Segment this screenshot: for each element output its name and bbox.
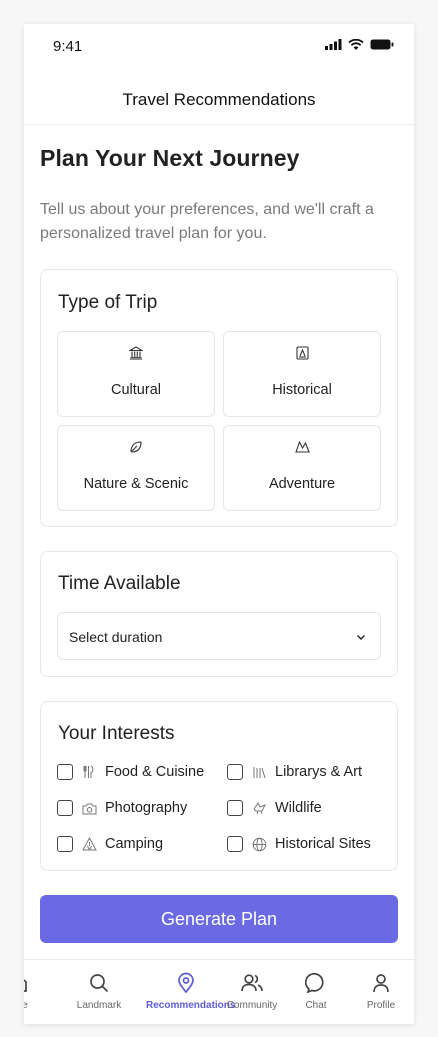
trip-type-card: Type of Trip Cultural Historical Nature …	[40, 269, 398, 527]
tab-community[interactable]: Community	[227, 960, 277, 1024]
checkbox[interactable]	[227, 800, 243, 816]
bird-icon	[251, 800, 267, 816]
tent-icon	[81, 836, 97, 852]
signal-icon	[325, 39, 342, 50]
trip-type-title: Type of Trip	[58, 292, 158, 313]
status-bar: 9:41	[24, 24, 414, 68]
interest-library-art[interactable]: Librarys & Art	[227, 762, 362, 782]
page-title: Plan Your Next Journey	[40, 145, 300, 171]
time-available-title: Time Available	[58, 573, 181, 594]
interest-label: Historical Sites	[275, 836, 371, 852]
tab-landmark[interactable]: Landmark	[77, 960, 121, 1024]
generate-plan-button[interactable]: Generate Plan	[40, 895, 398, 943]
tab-recommendations[interactable]: Recommendations	[146, 960, 235, 1024]
interests-card: Your Interests Food & Cuisine Librarys &…	[40, 701, 398, 871]
bottom-tab-bar: ome Landmark Recommendations	[24, 959, 414, 1024]
chat-bubble-icon	[296, 972, 336, 996]
camera-icon	[81, 800, 97, 816]
interest-historical-sites[interactable]: Historical Sites	[227, 834, 371, 854]
battery-icon	[370, 39, 394, 50]
trip-option-label: Cultural	[111, 382, 161, 398]
tab-label: ome	[24, 1000, 28, 1011]
tab-profile[interactable]: Profile	[361, 960, 401, 1024]
trip-option-nature[interactable]: Nature & Scenic	[57, 425, 215, 511]
tab-label: Landmark	[76, 1000, 122, 1011]
checkbox[interactable]	[57, 764, 73, 780]
trip-option-historical[interactable]: Historical	[223, 331, 381, 417]
interest-label: Wildlife	[275, 800, 322, 816]
page-header-title: Travel Recommendations	[122, 90, 316, 109]
interest-food[interactable]: Food & Cuisine	[57, 762, 204, 782]
trip-option-adventure[interactable]: Adventure	[223, 425, 381, 511]
tab-home[interactable]: ome	[24, 960, 38, 1024]
users-icon	[232, 972, 272, 996]
tab-label: Profile	[366, 1000, 396, 1011]
chevron-down-icon	[355, 630, 367, 648]
checkbox[interactable]	[57, 836, 73, 852]
utensils-icon	[81, 764, 97, 780]
checkbox[interactable]	[57, 800, 73, 816]
duration-select-value: Select duration	[69, 629, 163, 645]
phone-screen: 9:41 Travel Recommendations Plan Your Ne…	[24, 24, 414, 1024]
checkbox[interactable]	[227, 836, 243, 852]
interest-label: Camping	[105, 836, 164, 852]
home-icon	[24, 972, 38, 996]
user-icon	[361, 972, 401, 996]
duration-select[interactable]: Select duration	[57, 612, 381, 660]
page-header: Travel Recommendations	[24, 68, 414, 125]
globe-icon	[251, 836, 267, 852]
time-available-card: Time Available Select duration	[40, 551, 398, 677]
interest-label: Photography	[105, 800, 188, 816]
checkbox[interactable]	[227, 764, 243, 780]
interest-camping[interactable]: Camping	[57, 834, 163, 854]
museum-icon	[58, 346, 214, 364]
interests-title: Your Interests	[58, 723, 175, 744]
interest-label: Food & Cuisine	[105, 764, 205, 780]
location-pin-icon	[166, 972, 206, 996]
trip-option-cultural[interactable]: Cultural	[57, 331, 215, 417]
search-icon	[79, 972, 119, 996]
interest-label: Librarys & Art	[275, 764, 363, 780]
monument-icon	[224, 346, 380, 364]
page-subtitle: Tell us about your preferences, and we'l…	[40, 201, 374, 242]
status-icons	[325, 39, 394, 50]
library-icon	[251, 764, 267, 780]
trip-option-label: Historical	[272, 382, 332, 398]
interest-photography[interactable]: Photography	[57, 798, 187, 818]
leaf-icon	[58, 440, 214, 458]
wifi-icon	[348, 39, 364, 50]
tab-chat[interactable]: Chat	[296, 960, 336, 1024]
trip-option-label: Adventure	[268, 476, 336, 492]
interest-wildlife[interactable]: Wildlife	[227, 798, 322, 818]
mountain-icon	[224, 440, 380, 458]
status-time: 9:41	[53, 38, 83, 55]
trip-option-label: Nature & Scenic	[83, 476, 189, 492]
